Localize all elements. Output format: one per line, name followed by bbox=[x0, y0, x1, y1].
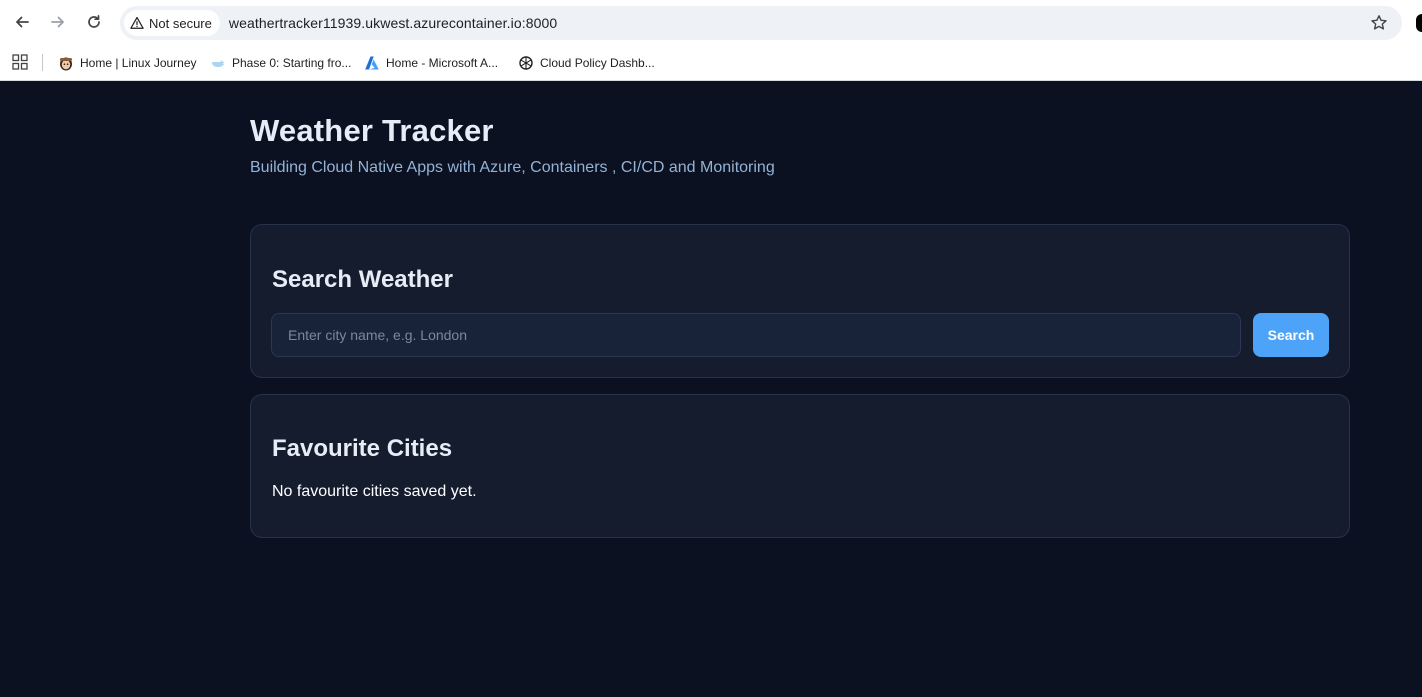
back-button[interactable] bbox=[8, 8, 36, 36]
bookmark-item[interactable]: Phase 0: Starting fro... bbox=[210, 53, 351, 73]
profile-avatar[interactable] bbox=[1416, 14, 1422, 32]
reload-button[interactable] bbox=[80, 8, 108, 36]
bookmark-item[interactable]: Cloud Policy Dashb... bbox=[518, 53, 655, 73]
back-arrow-icon bbox=[16, 16, 29, 28]
city-search-input[interactable] bbox=[271, 313, 1241, 357]
search-button[interactable]: Search bbox=[1253, 313, 1329, 357]
docker-icon bbox=[210, 55, 226, 71]
bookmark-item[interactable]: Home | Linux Journey bbox=[58, 53, 197, 73]
url-text[interactable]: weathertracker11939.ukwest.azurecontaine… bbox=[229, 15, 557, 31]
favourite-cities-card: Favourite Cities No favourite cities sav… bbox=[250, 394, 1350, 538]
security-label: Not secure bbox=[149, 15, 212, 31]
search-weather-card: Search Weather Search bbox=[250, 224, 1350, 378]
address-bar[interactable]: Not secure weathertracker11939.ukwest.az… bbox=[120, 6, 1402, 40]
app-header: Weather Tracker Building Cloud Native Ap… bbox=[250, 113, 775, 177]
azure-icon bbox=[364, 55, 380, 71]
app-title: Weather Tracker bbox=[250, 113, 494, 148]
search-weather-heading: Search Weather bbox=[272, 266, 453, 293]
warning-icon bbox=[130, 16, 144, 29]
app-page: Weather Tracker Building Cloud Native Ap… bbox=[0, 81, 1422, 697]
reload-icon bbox=[88, 14, 100, 28]
openai-icon bbox=[518, 55, 534, 71]
apps-grid-icon[interactable] bbox=[12, 54, 28, 70]
favourite-cities-heading: Favourite Cities bbox=[272, 435, 453, 462]
security-chip[interactable]: Not secure bbox=[124, 10, 220, 36]
browser-chrome: Not secure weathertracker11939.ukwest.az… bbox=[0, 0, 1422, 81]
bookmarks-bar: Home | Linux Journey Phase 0: Starting f… bbox=[0, 45, 1422, 80]
favourites-empty-message: No favourite cities saved yet. bbox=[272, 483, 477, 500]
linux-journey-icon bbox=[58, 55, 74, 71]
bookmarks-separator bbox=[42, 54, 43, 71]
app-subtitle: Building Cloud Native Apps with Azure, C… bbox=[250, 159, 775, 176]
bookmark-star-icon[interactable] bbox=[1370, 14, 1388, 32]
forward-button[interactable] bbox=[44, 8, 72, 36]
browser-toolbar: Not secure weathertracker11939.ukwest.az… bbox=[0, 0, 1422, 45]
bookmark-item[interactable]: Home - Microsoft A... bbox=[364, 53, 498, 73]
forward-arrow-icon bbox=[51, 16, 64, 28]
